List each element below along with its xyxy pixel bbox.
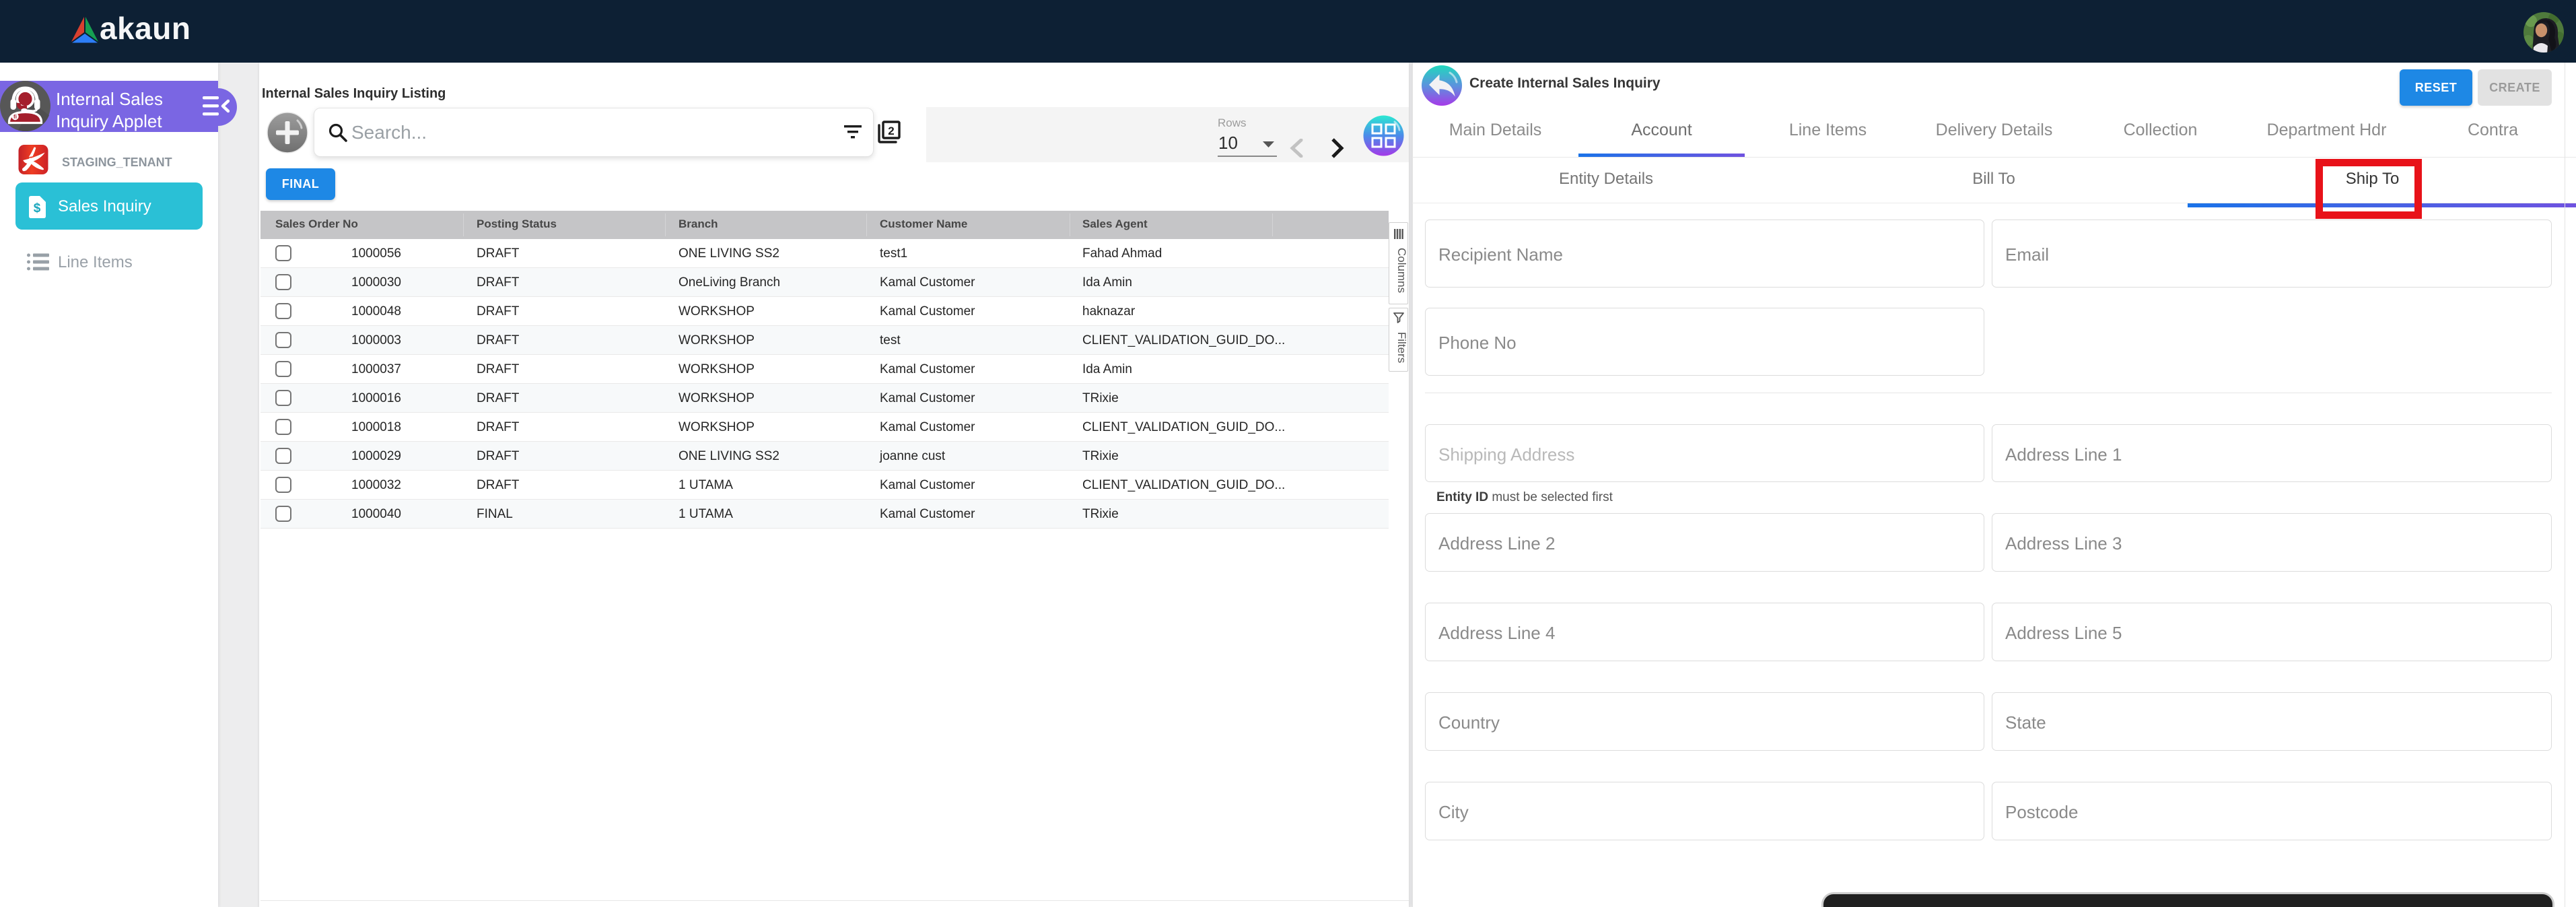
svg-text:$: $ bbox=[34, 201, 41, 215]
svg-text:fi: fi bbox=[13, 114, 17, 120]
svg-text:2: 2 bbox=[888, 125, 894, 137]
